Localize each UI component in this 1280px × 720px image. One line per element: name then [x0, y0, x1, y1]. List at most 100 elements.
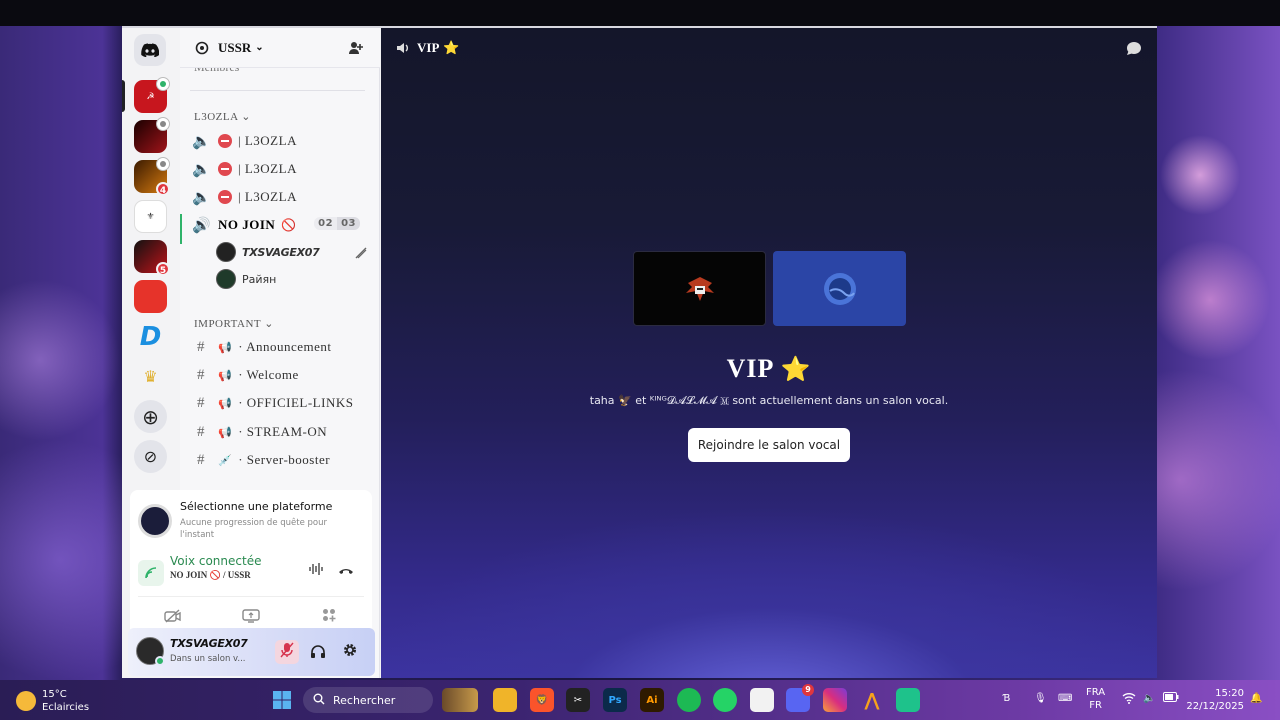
- language-indicator[interactable]: FRA FR: [1086, 686, 1105, 712]
- text-channel-welcome[interactable]: # 📢 · Welcome: [192, 363, 372, 387]
- search-highlight-image[interactable]: [442, 688, 478, 712]
- weather-temperature: 15°C: [42, 689, 67, 700]
- join-voice-button[interactable]: Rejoindre le salon vocal: [688, 428, 850, 462]
- disconnect-button[interactable]: [336, 560, 356, 580]
- plus-icon: ⊕: [142, 404, 159, 429]
- whatsapp-icon[interactable]: [713, 688, 737, 712]
- text-channel-stream-on[interactable]: # 📢 · STREAM-ON: [192, 420, 372, 444]
- participant-tile-taha[interactable]: [633, 251, 766, 326]
- text-channel-officiel-links[interactable]: # 📢 · OFFICIEL-LINKS: [192, 391, 372, 415]
- discord-taskbar-icon[interactable]: 9: [786, 684, 814, 712]
- category-label: L3OZLA: [194, 111, 238, 123]
- signal-icon: [138, 560, 164, 586]
- file-explorer-icon[interactable]: [493, 688, 517, 712]
- text-channel-announcement[interactable]: # 📢 · Announcement: [192, 335, 372, 359]
- deafen-button[interactable]: [306, 640, 330, 664]
- spotify-icon[interactable]: [677, 688, 701, 712]
- app-icon-wing[interactable]: ⋀: [860, 688, 884, 712]
- voice-channel-l3ozla-2[interactable]: 🔈 | L3OZLA: [192, 157, 372, 181]
- add-server-button[interactable]: ⊕: [134, 400, 167, 433]
- microphone-muted-icon: [280, 642, 294, 662]
- megaphone-icon: 📢: [218, 426, 233, 439]
- active-voice-indicator: [180, 214, 182, 244]
- hashtag-icon: #: [197, 451, 205, 468]
- server-icon-flexcity[interactable]: 5: [134, 240, 170, 276]
- user-limit-counter: 02 03: [314, 217, 360, 230]
- wifi-icon[interactable]: [1122, 692, 1136, 708]
- voice-user-txsvagex07[interactable]: TXSVAGEX07: [216, 241, 320, 263]
- add-member-icon[interactable]: [348, 40, 364, 56]
- taskbar-search[interactable]: Rechercher: [303, 687, 433, 713]
- voice-channel-l3ozla-3[interactable]: 🔈 | L3OZLA: [192, 185, 372, 209]
- speaker-active-icon: 🔊: [192, 217, 212, 234]
- taskbar-clock[interactable]: 15:20 22/12/2025: [1186, 687, 1244, 713]
- speaker-locked-icon: 🔈: [192, 161, 212, 178]
- hashtag-icon: #: [197, 423, 205, 440]
- server-6-image: [134, 280, 167, 313]
- server-icon-d[interactable]: D: [134, 320, 167, 353]
- speaker-icon: [395, 40, 411, 56]
- server-header[interactable]: USSR ⌄: [180, 28, 380, 68]
- no-entry-icon: [218, 134, 232, 148]
- discord-window: ☭ 4 ⚜ 5 D ♛ ⊕ ⊘ Membres USSR ⌄ L3OZLA ⌄ …: [122, 26, 1157, 678]
- notification-bell-icon[interactable]: 🔔: [1250, 692, 1262, 705]
- settings-button[interactable]: [338, 640, 362, 664]
- tray-app-icon[interactable]: Ɓ: [1003, 692, 1010, 705]
- server-icon-8[interactable]: ♛: [134, 360, 167, 393]
- capcut-icon[interactable]: ✂: [566, 688, 590, 712]
- voice-channel-view: VIP ⭐ VIP ⭐ taha 🦅 et ᴷᴵᴺᴳ𝓓𝓐𝓛𝓜𝓐 🇲 sont ac…: [381, 28, 1157, 678]
- instagram-icon[interactable]: [823, 688, 847, 712]
- illustrator-icon[interactable]: Ai: [640, 688, 664, 712]
- app-icon-green[interactable]: [896, 688, 920, 712]
- server-icon-ussr[interactable]: ☭: [134, 77, 170, 113]
- photoshop-icon[interactable]: Ps: [603, 688, 627, 712]
- server-8-image: ♛: [143, 367, 158, 386]
- voice-channel-participants: taha 🦅 et ᴷᴵᴺᴳ𝓓𝓐𝓛𝓜𝓐 🇲 sont actuellement …: [589, 394, 949, 407]
- server-icon-6[interactable]: [134, 280, 167, 313]
- start-button[interactable]: [270, 688, 294, 712]
- voice-user-rayan[interactable]: Райян: [216, 268, 276, 290]
- battery-icon[interactable]: [1163, 692, 1179, 706]
- divider: [190, 90, 365, 91]
- brave-browser-icon[interactable]: 🦁: [530, 688, 554, 712]
- camera-off-icon: [164, 608, 182, 627]
- hang-up-icon: [338, 561, 354, 580]
- noise-suppression-button[interactable]: [306, 560, 326, 580]
- channel-name: · OFFICIEL-LINKS: [238, 395, 354, 410]
- volume-icon[interactable]: 🔈: [1143, 692, 1155, 705]
- screen-share-button[interactable]: [216, 604, 286, 630]
- category-l3ozla[interactable]: L3OZLA ⌄: [194, 110, 251, 123]
- camera-toggle-button[interactable]: [138, 604, 208, 630]
- activities-icon: [321, 607, 337, 627]
- server-icon-3[interactable]: 4: [134, 157, 170, 196]
- microphone-icon[interactable]: 🎙: [1034, 692, 1047, 705]
- voice-status[interactable]: Voix connectée: [170, 554, 261, 568]
- open-chat-button[interactable]: [1125, 40, 1143, 58]
- server-icon-4[interactable]: ⚜: [134, 200, 167, 233]
- voice-channel-path[interactable]: NO JOIN 🚫 / USSR: [170, 570, 251, 581]
- discord-home-button[interactable]: [134, 34, 166, 66]
- participant-tile-dalma[interactable]: [773, 251, 906, 326]
- explore-servers-button[interactable]: ⊘: [134, 440, 167, 473]
- weather-widget[interactable]: 15°C Eclaircies: [16, 688, 89, 714]
- text-channel-server-booster[interactable]: # 💉 · Server-booster: [192, 448, 372, 472]
- quest-title: Sélectionne une plateforme: [180, 500, 333, 513]
- waveform-icon: [308, 561, 324, 580]
- server-icon-2[interactable]: [134, 117, 170, 153]
- avatar: [216, 242, 236, 262]
- channel-name: · STREAM-ON: [238, 424, 328, 439]
- mute-button[interactable]: [275, 640, 299, 664]
- discord-logo-icon: [141, 43, 159, 57]
- voice-channel-l3ozla-1[interactable]: 🔈 | L3OZLA: [192, 129, 372, 153]
- user-avatar[interactable]: [136, 637, 165, 666]
- activities-button[interactable]: [294, 604, 364, 630]
- document-icon[interactable]: [750, 688, 774, 712]
- voice-channel-nojoin[interactable]: 🔊 NO JOIN 🚫 02 03: [192, 213, 372, 237]
- quest-icon: [138, 504, 172, 538]
- category-important[interactable]: IMPORTANT ⌄: [194, 317, 274, 330]
- user-name[interactable]: TXSVAGEX07: [170, 637, 248, 650]
- star-icon: ⭐: [780, 357, 812, 383]
- quest-panel[interactable]: Sélectionne une plateforme Aucune progre…: [130, 490, 372, 552]
- chevron-down-icon: ⌄: [255, 42, 264, 53]
- keyboard-icon[interactable]: ⌨: [1058, 692, 1072, 705]
